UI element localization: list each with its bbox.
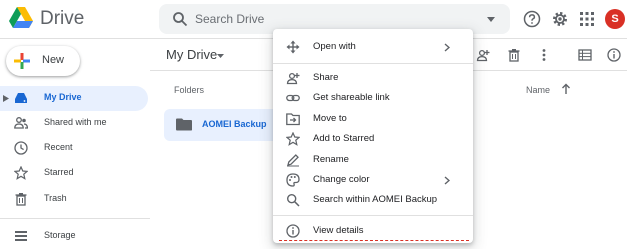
menu-item-label: Get shareable link	[313, 92, 390, 103]
menu-item-label: Share	[313, 72, 339, 83]
menu-item-search-within[interactable]: Search within AOMEI Backup	[273, 190, 473, 210]
menu-item-label: Search within AOMEI Backup	[313, 194, 438, 205]
new-button-label: New	[42, 54, 65, 66]
menu-item-move-to[interactable]: Move to	[273, 109, 473, 129]
sidebar-item-recent[interactable]: Recent	[0, 136, 148, 161]
menu-item-add-to-starred[interactable]: Add to Starred	[273, 129, 473, 149]
menu-divider	[273, 215, 473, 216]
sidebar-divider	[0, 218, 150, 219]
chevron-right-icon	[444, 43, 450, 52]
menu-item-label: Move to	[313, 113, 347, 124]
folder-name: AOMEI Backup	[202, 119, 267, 129]
apps-grid-icon[interactable]	[580, 12, 594, 26]
search-input[interactable]	[195, 8, 475, 30]
menu-item-label: View details	[313, 225, 364, 236]
sidebar-item-trash[interactable]: Trash	[0, 187, 148, 212]
folders-section-label: Folders	[174, 85, 205, 95]
avatar[interactable]: S	[605, 9, 625, 29]
sidebar-item-my-drive[interactable]: My Drive	[0, 86, 148, 111]
chevron-right-icon	[444, 176, 450, 185]
share-person-icon	[286, 71, 300, 85]
page-title[interactable]: My Drive	[166, 47, 217, 62]
expand-arrow-icon[interactable]	[3, 95, 9, 102]
sidebar-item-shared-with-me[interactable]: Shared with me	[0, 111, 148, 136]
caret-down-icon[interactable]	[485, 13, 497, 25]
new-button[interactable]: New	[6, 46, 80, 76]
sort-by-name[interactable]: Name	[526, 85, 550, 95]
sidebar-item-label: Trash	[44, 193, 67, 203]
open-with-icon	[286, 40, 300, 54]
search-icon[interactable]	[172, 11, 188, 27]
my-drive-icon	[14, 91, 28, 105]
caret-down-icon[interactable]	[216, 51, 225, 60]
context-menu: Open with Share Get shareable link Move …	[273, 29, 473, 243]
more-vert-icon[interactable]	[537, 48, 551, 62]
sidebar-item-starred[interactable]: Starred	[0, 161, 148, 186]
sidebar-item-label: Recent	[44, 142, 73, 152]
menu-item-view-details[interactable]: View details	[273, 221, 473, 241]
menu-item-label: Add to Starred	[313, 133, 375, 144]
menu-item-get-shareable-link[interactable]: Get shareable link	[273, 88, 473, 108]
link-icon	[286, 91, 300, 105]
star-icon	[286, 132, 300, 146]
search-icon	[286, 193, 300, 207]
storage-icon	[14, 229, 28, 243]
menu-item-label: Rename	[313, 154, 349, 165]
trash-icon	[14, 192, 28, 206]
info-icon[interactable]	[607, 48, 621, 62]
info-icon	[286, 224, 300, 238]
palette-icon	[286, 173, 300, 187]
folder-icon	[176, 118, 192, 131]
sidebar-item-label: My Drive	[44, 92, 82, 102]
sidebar-item-storage[interactable]: Storage	[0, 224, 148, 249]
pencil-icon	[286, 153, 300, 167]
trash-icon[interactable]	[507, 48, 521, 62]
help-icon[interactable]	[523, 10, 541, 28]
menu-item-share[interactable]: Share	[273, 68, 473, 88]
plus-icon	[13, 52, 31, 70]
folder-item[interactable]: AOMEI Backup	[164, 109, 282, 141]
menu-item-change-color[interactable]: Change color	[273, 170, 473, 190]
list-view-icon[interactable]	[578, 48, 592, 62]
move-to-icon	[286, 112, 300, 126]
clock-icon	[14, 141, 28, 155]
gear-icon[interactable]	[551, 10, 569, 28]
sidebar-item-label: Starred	[44, 167, 74, 177]
sidebar-item-label: Storage	[44, 230, 76, 240]
highlight-marker	[279, 240, 469, 241]
add-person-icon[interactable]	[476, 48, 490, 62]
menu-divider	[273, 63, 473, 64]
menu-item-rename[interactable]: Rename	[273, 150, 473, 170]
menu-item-open-with[interactable]: Open with	[273, 37, 473, 57]
arrow-up-icon[interactable]	[561, 83, 571, 95]
star-icon	[14, 166, 28, 180]
sidebar-item-label: Shared with me	[44, 117, 107, 127]
menu-item-label: Change color	[313, 174, 370, 185]
shared-people-icon	[14, 116, 28, 130]
app-name[interactable]: Drive	[40, 8, 84, 30]
menu-item-label: Open with	[313, 41, 356, 52]
google-drive-logo-icon[interactable]	[8, 6, 34, 30]
